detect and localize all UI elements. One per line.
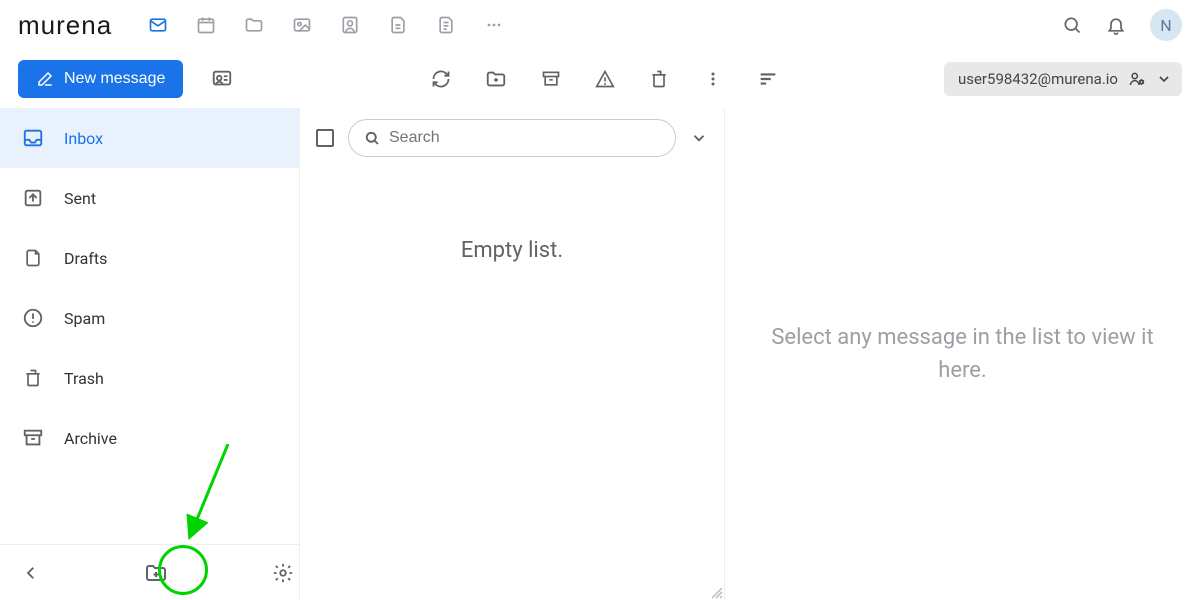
notifications-icon[interactable] [1106, 15, 1126, 35]
app-switcher [148, 15, 504, 35]
sidebar-item-spam[interactable]: Spam [0, 288, 299, 348]
sidebar-item-drafts[interactable]: Drafts [0, 228, 299, 288]
new-message-button[interactable]: New message [18, 60, 183, 98]
main-area: Inbox Sent Drafts Spam [0, 108, 1200, 600]
delete-action-icon[interactable] [649, 69, 669, 89]
spam-icon [22, 307, 44, 329]
contacts-app-icon[interactable] [340, 15, 360, 35]
message-list-pane: Empty list. [300, 108, 725, 600]
chevron-down-icon [1156, 71, 1172, 87]
list-search-row [300, 108, 724, 168]
select-all-checkbox[interactable] [316, 129, 334, 147]
more-apps-icon[interactable] [484, 15, 504, 35]
sidebar-item-trash[interactable]: Trash [0, 348, 299, 408]
user-avatar[interactable]: N [1150, 9, 1182, 41]
mail-toolbar: New message user598432@murena.io [0, 50, 1200, 108]
search-options-chevron-icon[interactable] [690, 129, 708, 147]
sidebar-item-label: Archive [64, 429, 117, 448]
archive-icon [22, 427, 44, 449]
sort-icon[interactable] [757, 68, 779, 90]
account-email: user598432@murena.io [958, 70, 1118, 88]
addressbook-icon[interactable] [211, 68, 233, 90]
trash-icon [22, 367, 44, 389]
account-selector[interactable]: user598432@murena.io [944, 62, 1182, 96]
notes-app-icon[interactable] [388, 15, 408, 35]
sidebar-item-label: Sent [64, 189, 96, 208]
mail-app-icon[interactable] [148, 15, 168, 35]
new-message-label: New message [64, 70, 165, 88]
more-actions-icon[interactable] [703, 69, 723, 89]
sidebar-item-inbox[interactable]: Inbox [0, 108, 299, 168]
message-actions [431, 68, 779, 90]
account-settings-icon [1128, 70, 1146, 88]
spam-action-icon[interactable] [595, 69, 615, 89]
docs-app-icon[interactable] [436, 15, 456, 35]
sidebar-item-sent[interactable]: Sent [0, 168, 299, 228]
refresh-icon[interactable] [431, 69, 451, 89]
search-input[interactable] [389, 129, 661, 147]
sidebar-item-label: Spam [64, 309, 105, 328]
search-icon[interactable] [1062, 15, 1082, 35]
compose-icon [36, 70, 54, 88]
photos-app-icon[interactable] [292, 15, 312, 35]
sidebar-item-archive[interactable]: Archive [0, 408, 299, 468]
sidebar-item-label: Inbox [64, 129, 103, 148]
list-search-field[interactable] [348, 119, 676, 157]
folder-sidebar: Inbox Sent Drafts Spam [0, 108, 300, 600]
archive-action-icon[interactable] [541, 69, 561, 89]
brand-logo: murena [18, 10, 112, 41]
files-app-icon[interactable] [244, 15, 264, 35]
reader-placeholder-text: Select any message in the list to view i… [755, 321, 1170, 387]
resize-handle-icon[interactable] [710, 586, 724, 600]
topbar-right: N [1062, 9, 1182, 41]
sent-icon [22, 187, 44, 209]
calendar-app-icon[interactable] [196, 15, 216, 35]
folder-list: Inbox Sent Drafts Spam [0, 108, 299, 544]
drafts-icon [22, 247, 44, 269]
inbox-icon [22, 127, 44, 149]
sidebar-footer [0, 544, 299, 600]
collapse-sidebar-icon[interactable] [22, 564, 40, 582]
empty-list-label: Empty list. [300, 238, 724, 263]
move-to-folder-icon[interactable] [485, 68, 507, 90]
top-bar: murena N [0, 0, 1200, 50]
settings-icon[interactable] [272, 562, 294, 584]
search-glyph-icon [363, 129, 381, 147]
sidebar-item-label: Drafts [64, 249, 107, 268]
add-folder-icon[interactable] [144, 561, 168, 585]
message-reader-pane: Select any message in the list to view i… [725, 108, 1200, 600]
sidebar-item-label: Trash [64, 369, 104, 388]
